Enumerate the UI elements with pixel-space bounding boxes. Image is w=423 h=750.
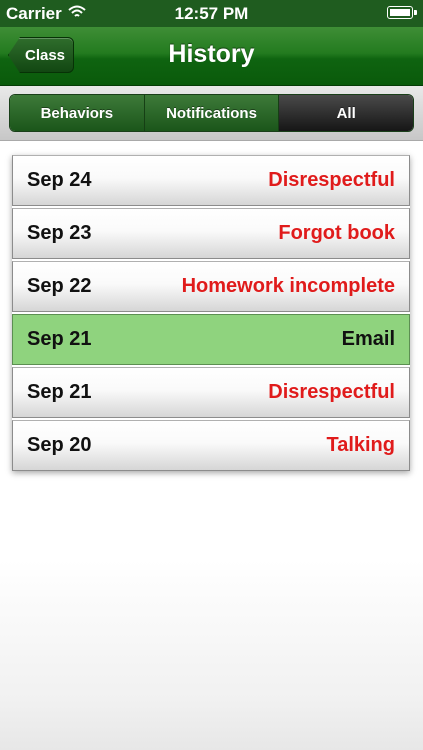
- status-time: 12:57 PM: [174, 4, 249, 23]
- history-date: Sep 23: [27, 222, 92, 244]
- status-bar: Carrier 12:57 PM: [0, 0, 423, 27]
- history-row[interactable]: Sep 21 Disrespectful: [12, 367, 410, 418]
- history-row[interactable]: Sep 23 Forgot book: [12, 208, 410, 259]
- history-label: Disrespectful: [268, 169, 395, 191]
- history-row-notification[interactable]: Sep 21 Email: [12, 314, 410, 365]
- page-title: History: [168, 40, 255, 68]
- battery-icon: [387, 6, 417, 19]
- navigation-bar: Class History: [0, 27, 423, 86]
- history-row[interactable]: Sep 20 Talking: [12, 420, 410, 471]
- history-list: Sep 24 Disrespectful Sep 23 Forgot book …: [12, 155, 410, 471]
- history-date: Sep 22: [27, 275, 92, 297]
- segment-all[interactable]: All: [279, 95, 413, 131]
- history-row[interactable]: Sep 24 Disrespectful: [12, 155, 410, 206]
- history-date: Sep 20: [27, 434, 92, 456]
- segment-behaviors[interactable]: Behaviors: [10, 95, 145, 131]
- history-label: Disrespectful: [268, 381, 395, 403]
- history-label: Talking: [326, 434, 395, 456]
- history-date: Sep 24: [27, 169, 92, 191]
- segmented-control: Behaviors Notifications All: [9, 94, 414, 132]
- history-date: Sep 21: [27, 328, 92, 350]
- history-date: Sep 21: [27, 381, 92, 403]
- history-label: Email: [341, 328, 395, 350]
- segment-notifications[interactable]: Notifications: [144, 95, 280, 131]
- history-label: Homework incomplete: [181, 275, 395, 297]
- history-row[interactable]: Sep 22 Homework incomplete: [12, 261, 410, 312]
- history-label: Forgot book: [278, 222, 395, 244]
- filter-bar: Behaviors Notifications All: [0, 86, 423, 141]
